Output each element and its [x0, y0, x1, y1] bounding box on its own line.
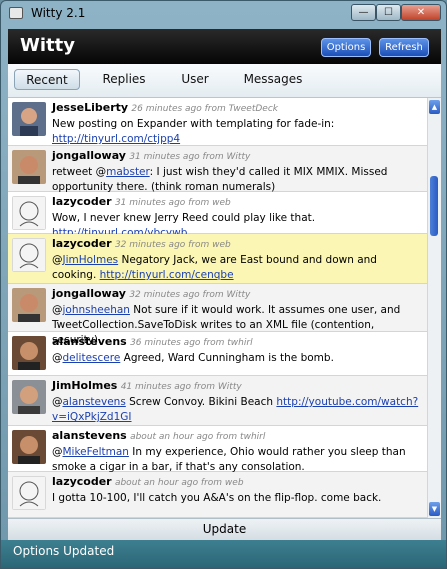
window-title: Witty 2.1	[31, 6, 86, 20]
tweet-item[interactable]: JimHolmes 41 minutes ago from Witty @ala…	[8, 376, 427, 426]
app-icon	[9, 7, 23, 19]
tweet-item[interactable]: lazycoder about an hour ago from web I g…	[8, 472, 427, 518]
scroll-up-icon[interactable]: ▲	[429, 100, 440, 114]
tweet-text: retweet @	[52, 166, 107, 178]
tweet-mention[interactable]: johnsheehan	[63, 304, 130, 316]
tweet-item[interactable]: alanstevens about an hour ago from twhir…	[8, 426, 427, 473]
tweet-username[interactable]: alanstevens	[52, 429, 127, 442]
avatar[interactable]	[12, 102, 46, 136]
tweet-link[interactable]: http://tinyurl.com/ctjpp4	[52, 133, 180, 145]
tab-replies[interactable]: Replies	[98, 69, 150, 90]
avatar[interactable]	[12, 238, 46, 272]
close-button[interactable]: ✕	[401, 4, 441, 21]
maximize-button[interactable]: ☐	[376, 4, 401, 21]
tweet-item[interactable]: JesseLiberty 26 minutes ago from TweetDe…	[8, 98, 427, 146]
tweet-link[interactable]: http://tinyurl.com/cenqbe	[100, 269, 234, 281]
tab-bar: Recent Replies User Messages	[8, 64, 441, 98]
tweet-username[interactable]: JimHolmes	[52, 379, 117, 392]
scroll-down-icon[interactable]: ▼	[429, 502, 440, 516]
refresh-button[interactable]: Refresh	[379, 38, 429, 57]
tweet-username[interactable]: lazycoder	[52, 475, 112, 488]
tweet-item[interactable]: lazycoder 32 minutes ago from web @JimHo…	[8, 234, 427, 284]
avatar[interactable]	[12, 430, 46, 464]
update-button[interactable]: Update	[8, 518, 441, 541]
tweet-text: Screw Convoy. Bikini Beach	[125, 396, 277, 408]
tweet-username[interactable]: jongalloway	[52, 287, 126, 300]
tweet-text: I gotta 10-100, I'll catch you A&A's on …	[52, 492, 382, 504]
tweet-meta: 32 minutes ago from Witty	[129, 290, 251, 300]
status-bar: Options Updated	[1, 540, 446, 568]
tweet-meta: about an hour ago from twhirl	[130, 432, 266, 442]
tweet-mention[interactable]: mabster	[106, 166, 150, 178]
avatar[interactable]	[12, 476, 46, 510]
tweet-list: JesseLiberty 26 minutes ago from TweetDe…	[8, 98, 427, 518]
avatar[interactable]	[12, 196, 46, 230]
tab-user[interactable]: User	[178, 69, 212, 90]
tweet-meta: 36 minutes ago from twhirl	[130, 338, 253, 348]
tweet-text: Wow, I never knew Jerry Reed could play …	[52, 212, 316, 224]
tab-messages[interactable]: Messages	[243, 69, 303, 90]
tweet-item[interactable]: jongalloway 32 minutes ago from Witty @j…	[8, 284, 427, 346]
tab-recent[interactable]: Recent	[14, 69, 80, 90]
tweet-username[interactable]: JesseLiberty	[52, 101, 128, 114]
logo: Witty	[20, 35, 75, 56]
minimize-button[interactable]: —	[351, 4, 376, 21]
tweet-username[interactable]: lazycoder	[52, 195, 112, 208]
app-window: Witty 2.1 — ☐ ✕ Witty Options Refresh Re…	[0, 0, 447, 569]
tweet-mention[interactable]: JimHolmes	[63, 254, 119, 266]
tweet-mention[interactable]: MikeFeltman	[63, 446, 129, 458]
tweet-item[interactable]: alanstevens 36 minutes ago from twhirl @…	[8, 332, 427, 376]
tweet-username[interactable]: alanstevens	[52, 335, 127, 348]
tweet-mention[interactable]: alanstevens	[63, 396, 126, 408]
avatar[interactable]	[12, 288, 46, 322]
tweet-item[interactable]: lazycoder 31 minutes ago from web Wow, I…	[8, 192, 427, 239]
options-button[interactable]: Options	[321, 38, 371, 57]
tweet-meta: 26 minutes ago from TweetDeck	[131, 104, 278, 114]
tweet-meta: 32 minutes ago from web	[114, 240, 231, 250]
scroll-thumb[interactable]	[430, 176, 438, 236]
tweet-meta: 31 minutes ago from web	[114, 198, 231, 208]
app-header: Witty Options Refresh	[8, 29, 441, 64]
tweet-meta: 41 minutes ago from Witty	[120, 382, 242, 392]
title-bar[interactable]: Witty 2.1 — ☐ ✕	[1, 1, 446, 27]
tweet-text: Agreed, Ward Cunningham is the bomb.	[120, 352, 334, 364]
avatar[interactable]	[12, 336, 46, 370]
tweet-item[interactable]: jongalloway 31 minutes ago from Witty re…	[8, 146, 427, 193]
tweet-meta: 31 minutes ago from Witty	[129, 152, 251, 162]
tweet-meta: about an hour ago from web	[114, 478, 244, 488]
tweet-scrollbar[interactable]: ▲ ▼	[427, 98, 441, 518]
tweet-mention[interactable]: delitescere	[63, 352, 121, 364]
avatar[interactable]	[12, 380, 46, 414]
tweet-username[interactable]: lazycoder	[52, 237, 112, 250]
tweet-username[interactable]: jongalloway	[52, 149, 126, 162]
avatar[interactable]	[12, 150, 46, 184]
tweet-text: New posting on Expander with templating …	[52, 118, 335, 130]
